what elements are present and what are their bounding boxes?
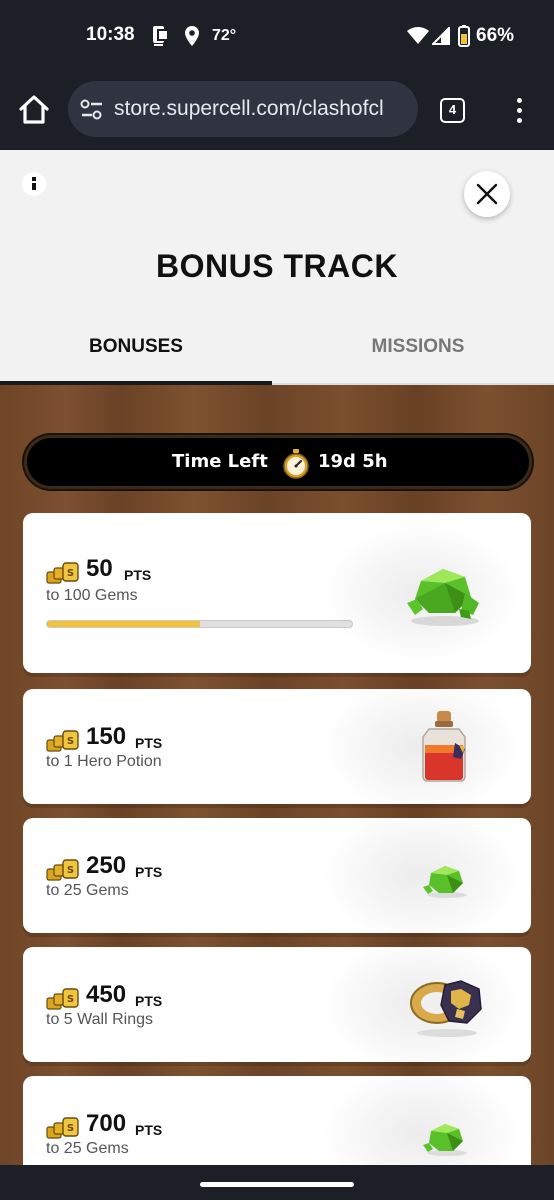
status-temperature: 72°: [212, 27, 237, 44]
home-icon[interactable]: [16, 92, 52, 128]
card-reward: to 100 Gems: [46, 587, 138, 604]
svg-text:S: S: [67, 1123, 74, 1134]
points-progress-fill: [47, 621, 200, 627]
timer-value: 19d 5h: [318, 451, 388, 472]
tab-switcher-button[interactable]: 4: [440, 98, 465, 123]
info-icon[interactable]: [22, 172, 46, 196]
card-points-unit: PTS: [135, 993, 163, 1009]
card-points: 700: [86, 1110, 127, 1137]
wall-ring-icon: [410, 980, 482, 1037]
svg-text:S: S: [67, 994, 74, 1005]
bonus-card[interactable]: S 50 PTS to 100 Gems: [23, 513, 531, 673]
battery-icon: [458, 25, 470, 47]
card-points-unit: PTS: [124, 567, 152, 583]
status-bar: 10:38 72° 66%: [0, 0, 554, 72]
svg-text:S: S: [67, 568, 74, 579]
url-text: store.supercell.com/clashofcl: [114, 97, 384, 120]
system-navigation-bar: [0, 1165, 554, 1200]
card-points-unit: PTS: [135, 864, 163, 880]
card-points: 450: [86, 981, 127, 1008]
card-points: 150: [86, 723, 127, 750]
tab-missions[interactable]: MISSIONS: [282, 336, 554, 358]
screenshot-icon: [153, 26, 167, 46]
gesture-handle[interactable]: [200, 1182, 354, 1187]
bonus-card[interactable]: S 450 PTS to 5 Wall Rings: [23, 947, 531, 1062]
card-reward: to 25 Gems: [46, 882, 129, 899]
site-settings-icon[interactable]: [80, 99, 104, 121]
more-options-icon[interactable]: [508, 96, 532, 126]
address-bar[interactable]: store.supercell.com/clashofcl: [68, 81, 418, 137]
card-points-unit: PTS: [135, 1122, 163, 1138]
browser-toolbar: store.supercell.com/clashofcl 4: [0, 72, 554, 150]
close-button[interactable]: [464, 171, 510, 217]
hero-potion-icon: [422, 711, 466, 782]
card-points-unit: PTS: [135, 735, 163, 751]
gem-pile-icon: [407, 569, 479, 626]
svg-text:S: S: [67, 865, 74, 876]
points-coins-icon: S: [46, 562, 79, 584]
status-battery: 66%: [476, 25, 515, 46]
gem-icon: [423, 866, 467, 898]
card-reward: to 25 Gems: [46, 1140, 129, 1157]
points-coins-icon: S: [46, 988, 79, 1010]
timer-label: Time Left: [172, 451, 268, 472]
card-reward: to 5 Wall Rings: [46, 1011, 153, 1028]
card-points: 50: [86, 555, 113, 582]
points-coins-icon: S: [46, 1117, 79, 1139]
close-icon: [476, 183, 498, 205]
time-left-banner: Time Left 19d 5h: [24, 435, 532, 489]
gem-icon: [423, 1124, 467, 1156]
points-coins-icon: S: [46, 730, 79, 752]
page-title: BONUS TRACK: [156, 248, 398, 284]
stopwatch-icon: [283, 449, 309, 479]
tab-bonuses[interactable]: BONUSES: [0, 336, 272, 358]
signal-icon: [432, 27, 450, 45]
points-progress-bar: [46, 620, 353, 628]
status-time: 10:38: [86, 24, 135, 45]
card-points: 250: [86, 852, 127, 879]
bonus-card[interactable]: S 150 PTS to 1 Hero Potion: [23, 689, 531, 804]
location-icon: [185, 26, 199, 46]
svg-text:S: S: [67, 736, 74, 747]
bonus-card[interactable]: S 250 PTS to 25 Gems: [23, 818, 531, 933]
points-coins-icon: S: [46, 859, 79, 881]
wifi-icon: [407, 27, 429, 44]
card-reward: to 1 Hero Potion: [46, 753, 162, 770]
